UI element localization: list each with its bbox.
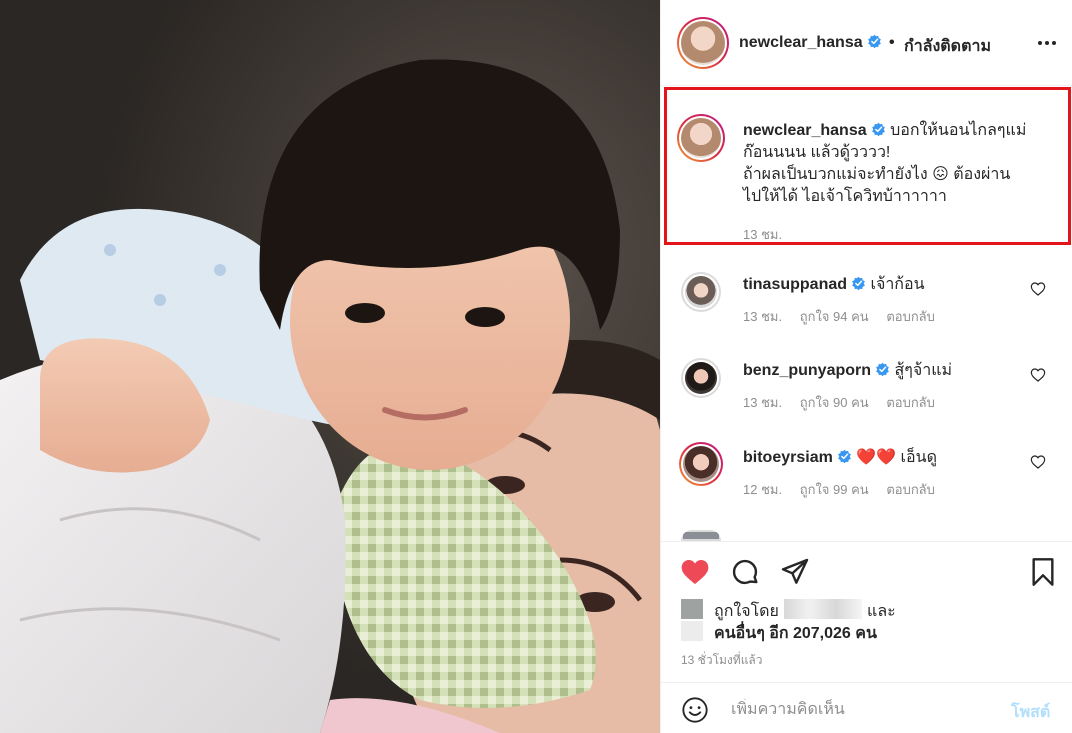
verified-badge-icon bbox=[837, 449, 851, 464]
post-side-panel: newclear_hansa • กำลังติดตาม newclear_ha… bbox=[660, 0, 1072, 733]
comment-time[interactable]: 12 ชม. bbox=[743, 482, 782, 497]
commenter-avatar-partial bbox=[681, 530, 721, 541]
following-button[interactable]: กำลังติดตาม bbox=[904, 34, 991, 59]
caption-line: newclear_hansa บอกให้นอนไกลๆแม่ bbox=[743, 120, 1043, 142]
verified-badge-icon bbox=[876, 362, 889, 377]
comment-text: เจ้าก้อน bbox=[870, 276, 925, 293]
commenter-username[interactable]: benz_punyaporn bbox=[743, 362, 871, 379]
verified-badge-icon bbox=[867, 34, 881, 49]
post-actions-bar bbox=[661, 541, 1072, 605]
commenter-avatar[interactable] bbox=[681, 272, 721, 312]
post-comment-button[interactable]: โพสต์ bbox=[1011, 700, 1050, 725]
heart-icon[interactable] bbox=[679, 556, 711, 588]
comment-likes[interactable]: ถูกใจ 90 คน bbox=[800, 395, 869, 410]
caption-author-username[interactable]: newclear_hansa bbox=[743, 122, 867, 139]
comment-body: bitoeyrsiam ❤️❤️ เอ็นดู bbox=[743, 445, 937, 470]
comment-heart-icon[interactable] bbox=[1030, 367, 1046, 383]
verified-badge-icon bbox=[852, 276, 865, 291]
author-avatar[interactable] bbox=[677, 17, 729, 69]
caption-text-line: ก๊อนนนน แล้วดู้วววว! bbox=[743, 144, 891, 161]
comment-time[interactable]: 13 ชม. bbox=[743, 395, 782, 410]
comment-body: tinasuppanad เจ้าก้อน bbox=[743, 272, 925, 297]
liker-avatar[interactable] bbox=[681, 599, 703, 619]
comment-icon[interactable] bbox=[729, 556, 761, 588]
comment-text: ❤️❤️ เอ็นดู bbox=[856, 449, 937, 466]
comment-heart-icon[interactable] bbox=[1030, 281, 1046, 297]
comment-meta: 12 ชม. ถูกใจ 99 คน ตอบกลับ bbox=[743, 479, 949, 500]
post-photo[interactable] bbox=[0, 0, 660, 733]
photo-illustration bbox=[0, 0, 660, 733]
commenter-avatar[interactable] bbox=[681, 358, 721, 398]
emoji-icon[interactable] bbox=[681, 696, 709, 724]
liker-avatar-second bbox=[681, 621, 703, 641]
post-time-ago[interactable]: 13 ชั่วโมงที่แล้ว bbox=[681, 651, 763, 670]
likes-count-link[interactable]: คนอื่นๆ อีก 207,026 คน bbox=[714, 621, 877, 646]
reply-button[interactable]: ตอบกลับ bbox=[886, 395, 935, 410]
comment-heart-icon[interactable] bbox=[1030, 454, 1046, 470]
add-comment-bar: โพสต์ bbox=[661, 682, 1072, 733]
comment-body: benz_punyaporn สู้ๆจ้าแม่ bbox=[743, 358, 952, 383]
comment-item: bitoeyrsiam ❤️❤️ เอ็นดู 12 ชม. ถูกใจ 99 … bbox=[661, 442, 1072, 533]
caption-text-line: บอกให้นอนไกลๆแม่ bbox=[890, 122, 1027, 139]
author-username-link[interactable]: newclear_hansa bbox=[739, 34, 882, 52]
comment-meta: 13 ชม. ถูกใจ 90 คน ตอบกลับ bbox=[743, 392, 949, 413]
comment-meta: 13 ชม. ถูกใจ 94 คน ตอบกลับ bbox=[743, 306, 949, 327]
comment-text: สู้ๆจ้าแม่ bbox=[894, 362, 953, 379]
header-separator: • bbox=[889, 34, 895, 51]
caption-author-avatar[interactable] bbox=[677, 114, 725, 162]
reply-button[interactable]: ตอบกลับ bbox=[886, 309, 935, 324]
commenter-avatar[interactable] bbox=[679, 442, 723, 486]
commenter-username[interactable]: tinasuppanad bbox=[743, 276, 847, 293]
verified-badge-icon bbox=[871, 122, 885, 137]
comment-item: tinasuppanad เจ้าก้อน 13 ชม. ถูกใจ 94 คน… bbox=[661, 272, 1072, 360]
comment-time[interactable]: 13 ชม. bbox=[743, 309, 782, 324]
add-comment-input[interactable] bbox=[731, 699, 1001, 721]
post-caption: newclear_hansa บอกให้นอนไกลๆแม่ ก๊อนนนน … bbox=[743, 120, 1043, 208]
comment-likes[interactable]: ถูกใจ 94 คน bbox=[800, 309, 869, 324]
share-icon[interactable] bbox=[779, 556, 811, 588]
caption-text-line: ถ้าผลเป็นบวกแม่จะทำยังไง 😖 ต้องผ่าน bbox=[743, 166, 1011, 183]
post-header: newclear_hansa • กำลังติดตาม bbox=[661, 0, 1072, 86]
liker-name-blurred[interactable] bbox=[784, 599, 862, 619]
caption-timestamp[interactable]: 13 ชม. bbox=[743, 224, 782, 245]
commenter-username[interactable]: bitoeyrsiam bbox=[743, 449, 833, 466]
more-options-icon[interactable] bbox=[1035, 34, 1059, 52]
author-username[interactable]: newclear_hansa bbox=[739, 34, 863, 51]
reply-button[interactable]: ตอบกลับ bbox=[886, 482, 935, 497]
comment-likes[interactable]: ถูกใจ 99 คน bbox=[800, 482, 869, 497]
caption-text-line: ไปให้ได้ ไอเจ้าโควิทบ้าาาาาา bbox=[743, 188, 947, 205]
bookmark-icon[interactable] bbox=[1027, 556, 1059, 588]
comment-item: benz_punyaporn สู้ๆจ้าแม่ 13 ชม. ถูกใจ 9… bbox=[661, 358, 1072, 446]
